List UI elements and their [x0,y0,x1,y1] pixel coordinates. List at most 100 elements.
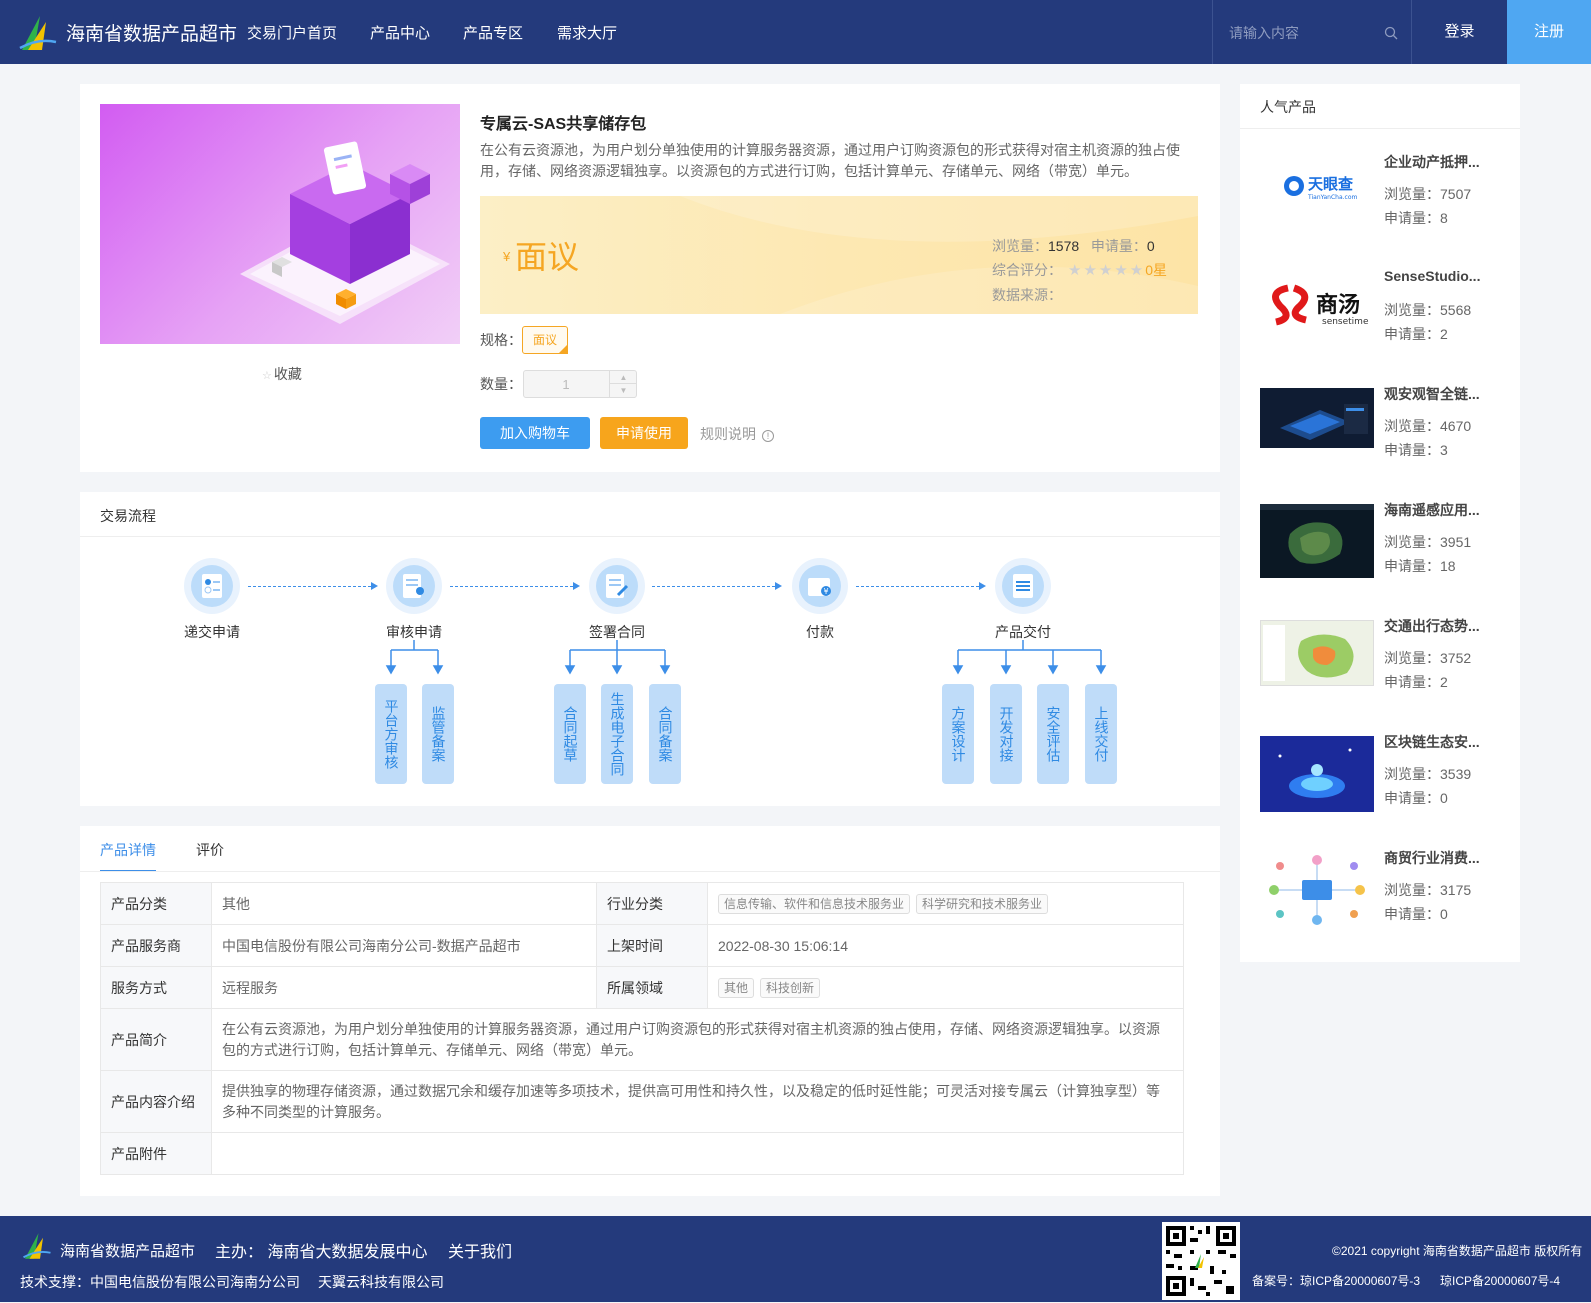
substep-e-contract: 生成电子合同 [601,684,633,784]
step-review: 审核申请 [374,558,454,642]
star-icon: ☆ [262,370,272,382]
applies-label: 申请量： [1384,326,1440,342]
footer-logo [23,1233,51,1259]
about-link[interactable]: 关于我们 [448,1238,512,1262]
search-icon[interactable] [1384,26,1398,40]
favorite-label: 收藏 [273,366,302,382]
search-box [1212,0,1412,64]
cell-value: 中国电信股份有限公司海南分公司-数据产品超市 [211,924,597,967]
popular-products-panel: 人气产品 天眼查 TianYanCha.com 企业动产抵押... 浏览量：750… [1240,84,1520,962]
cell-key: 产品附件 [100,1132,212,1175]
applies-label: 申请量： [1384,674,1440,690]
traffic-map-image [1261,621,1373,685]
process-card: 交易流程 递交申请 审核申请 签署合同 ¥ 付款 产品交付 平台方审核 监管备案… [80,492,1220,806]
popular-item[interactable]: 交通出行态势... 浏览量：3752 申请量：2 [1260,618,1510,720]
nav-demand-hall[interactable]: 需求大厅 [557,22,617,43]
info-icon: ! [762,430,774,442]
quantity-input[interactable] [524,371,608,397]
applies-value: 2 [1440,326,1448,342]
cell-value: 远程服务 [211,966,597,1009]
substep-security-review: 安全评估 [1037,684,1069,784]
site-logo[interactable] [18,12,58,54]
popular-item[interactable]: 海南遥感应用... 浏览量：3951 申请量：18 [1260,502,1510,604]
rating-value: 0星 [1145,262,1168,278]
popular-title: 人气产品 [1260,99,1316,115]
popular-item[interactable]: 观安观智全链... 浏览量：4670 申请量：3 [1260,386,1510,488]
favorite-button[interactable]: ☆ 收藏 [262,364,302,384]
cell-key: 服务方式 [100,966,212,1009]
views-value: 3539 [1440,766,1472,782]
icp-record-2[interactable]: 琼ICP备20000607号-4 [1440,1272,1560,1289]
views-value: 3752 [1440,650,1472,666]
substep-regulatory-filing: 监管备案 [422,684,454,784]
price-value: 面议 [515,239,580,275]
step-label: 产品交付 [995,624,1051,640]
add-to-cart-button[interactable]: 加入购物车 [480,417,590,449]
cell-value: 2022-08-30 15:06:14 [707,924,1184,967]
quantity-arrows: ▲ ▼ [609,371,637,397]
sign-icon [606,574,629,598]
views-label: 浏览量： [1384,766,1440,782]
icp-record-1[interactable]: 备案号：琼ICP备20000607号-3 [1252,1272,1420,1289]
review-icon [403,574,424,598]
step-label: 签署合同 [589,624,645,640]
footer-support-2: 天翼云科技有限公司 [318,1274,444,1290]
flow-arrow [652,582,782,590]
applies-label: 申请量： [1384,558,1440,574]
search-input[interactable] [1229,22,1369,44]
rating-stars: ★★★★★ [1068,262,1146,279]
traffic-map-thumb [1260,620,1374,686]
dark-dashboard-thumb [1260,388,1374,448]
spec-option[interactable]: 面议 [522,326,568,354]
applies-label: 申请量： [1384,790,1440,806]
flow-arrow [450,582,580,590]
rules-link[interactable]: 规则说明! [700,424,774,444]
decrement-icon[interactable]: ▼ [610,384,637,397]
increment-icon[interactable]: ▲ [610,371,637,384]
qr-code-icon [1162,1222,1240,1300]
nav-product-center[interactable]: 产品中心 [370,22,430,43]
logo-text: 商汤 [1316,292,1360,318]
table-row: 服务方式 远程服务 所属领域 其他 科技创新 [100,966,1184,1009]
product-illustration [240,141,450,324]
logo-text: 天眼查 [1308,175,1354,193]
views-label: 浏览量： [1384,882,1440,898]
tag: 科技创新 [760,977,821,998]
nav-product-zone[interactable]: 产品专区 [463,22,523,43]
nav-home[interactable]: 交易门户首页 [247,22,337,43]
price-panel: ¥ 面议 浏览量：1578 申请量：0 综合评分： ★★★★★0星 数据来源： [480,196,1198,314]
register-button[interactable]: 注册 [1507,0,1591,64]
selected-corner-icon [558,344,568,354]
tag: 其他 [718,977,755,998]
table-row: 产品分类 其他 行业分类 信息传输、软件和信息技术服务业 科学研究和技术服务业 [100,882,1184,925]
login-button[interactable]: 登录 [1412,0,1507,64]
popular-item[interactable]: 区块链生态安... 浏览量：3539 申请量：0 [1260,734,1510,836]
tab-product-details[interactable]: 产品详情 [100,840,156,860]
copyright: ©2021 copyright 海南省数据产品超市 版权所有 [1332,1244,1583,1258]
network-diagram-thumb [1260,852,1374,928]
substep-contract-draft: 合同起草 [554,684,586,784]
step-label: 递交申请 [184,624,240,640]
item-name: 企业动产抵押... [1384,154,1480,170]
views-value: 4670 [1440,418,1472,434]
divider [80,536,1220,537]
apply-use-button[interactable]: 申请使用 [600,417,688,449]
tab-reviews[interactable]: 评价 [196,840,224,860]
popular-item[interactable]: 天眼查 TianYanCha.com 企业动产抵押... 浏览量：7507 申请量… [1260,154,1510,256]
applies-value: 18 [1440,558,1456,574]
step-label: 审核申请 [386,624,442,640]
blockchain-image [1260,736,1374,812]
item-name: 观安观智全链... [1384,386,1480,402]
applies-label: 申请量： [1384,442,1440,458]
applies-value: 0 [1440,790,1448,806]
applies-label: 申请量： [1384,210,1440,226]
views-label: 浏览量： [1384,302,1440,318]
views-value: 1578 [1048,238,1080,254]
details-card: 产品详情 评价 产品分类 其他 行业分类 信息传输、软件和信息技术服务业 科学研究… [80,826,1220,1196]
footer-support: 技术支撑：中国电信股份有限公司海南分公司 [20,1274,300,1290]
form-icon [202,574,222,598]
site-brand[interactable]: 海南省数据产品超市 [66,19,237,46]
popular-item[interactable]: 商汤 sensetime SenseStudio... 浏览量：5568 申请量：… [1260,268,1510,372]
popular-item[interactable]: 商贸行业消费... 浏览量：3175 申请量：0 [1260,850,1510,952]
views-label: 浏览量： [1384,650,1440,666]
